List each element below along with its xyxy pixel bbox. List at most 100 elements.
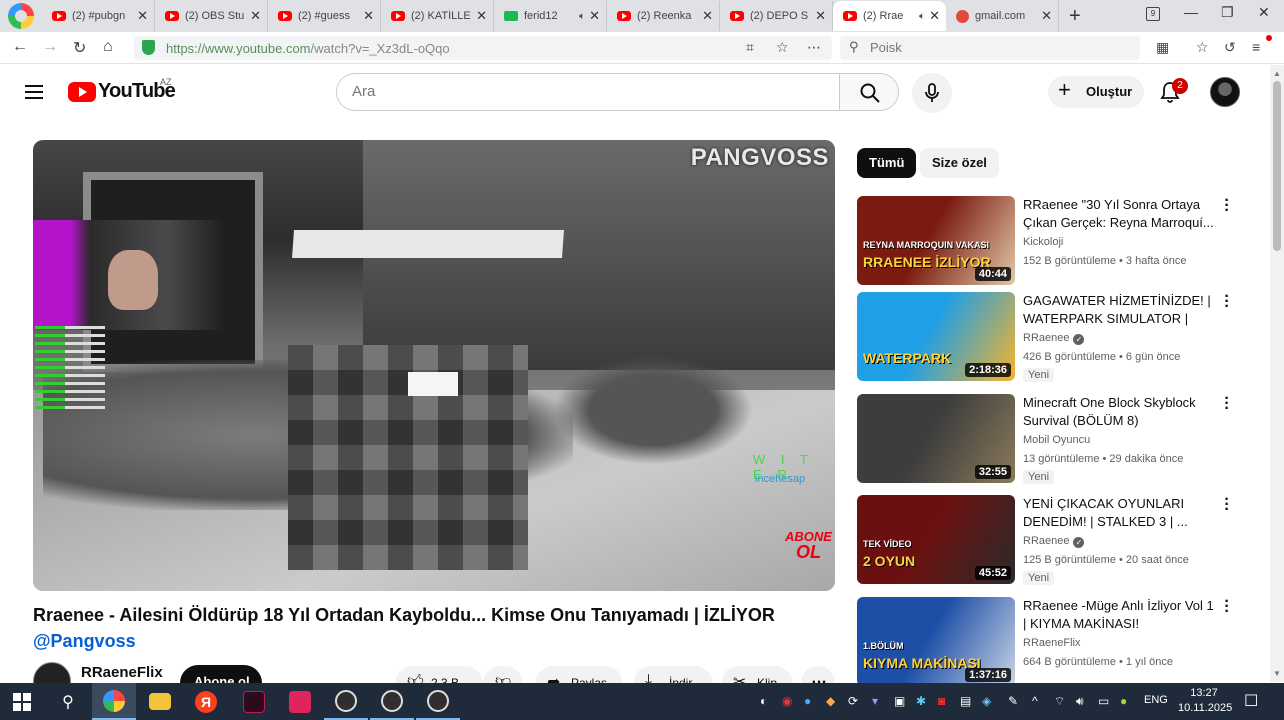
taskbar-file-explorer[interactable] (138, 683, 182, 720)
history-icon[interactable]: ↺ (1224, 39, 1236, 56)
more-dots-icon[interactable]: ⋯ (807, 39, 821, 56)
system-clock[interactable]: 13:27 10.11.2025 (1178, 686, 1232, 716)
tray-hardware-icon[interactable]: ▤ (960, 694, 971, 708)
browser-tab[interactable]: (2) #guess ✕ (268, 1, 381, 31)
tab-audio-icon[interactable]: 🔈︎ (579, 11, 585, 22)
browser-tab[interactable]: gmail.com ✕ (946, 1, 1059, 31)
close-tab-icon[interactable]: ✕ (137, 8, 148, 24)
search-input[interactable]: Ara (336, 73, 840, 111)
close-tab-icon[interactable]: ✕ (250, 8, 261, 24)
close-window-icon[interactable]: ✕ (1258, 4, 1270, 21)
recommendation-title[interactable]: Minecraft One Block Skyblock Survival (B… (1023, 394, 1219, 430)
recommendation-title[interactable]: GAGAWATER HİZMETİNİZDE! | WATERPARK SIMU… (1023, 292, 1219, 328)
notification-center-icon[interactable]: ☐ (1244, 691, 1258, 711)
recommendation-card[interactable]: 2 OYUN TEK VİDEO 45:52 YENİ ÇIKACAK OYUNLAR… (857, 492, 1257, 585)
video-thumbnail[interactable]: RRAENEE İZLİYOR REYNA MARROQUIN VAKASI 40:… (857, 196, 1015, 285)
recommendation-title[interactable]: RRaenee -Müge Anlı İzliyor Vol 1 | KIYMA… (1023, 597, 1219, 633)
channel-avatar[interactable] (33, 662, 71, 684)
taskbar-yandex[interactable]: Я (184, 683, 228, 720)
tray-game-icon[interactable]: ▾ (872, 694, 878, 708)
back-icon[interactable]: ← (12, 38, 28, 56)
browser-search-field[interactable]: ⚲ Poisk (840, 36, 1140, 60)
more-options-icon[interactable]: · · · (1221, 492, 1233, 518)
browser-tab[interactable]: (2) Reenka ✕ (607, 1, 720, 31)
tab-audio-icon[interactable]: 🔈︎ (919, 11, 925, 22)
close-tab-icon[interactable]: ✕ (363, 8, 374, 24)
like-button[interactable]: 👍︎ 2,3 B (395, 666, 483, 684)
restore-icon[interactable]: ❐ (1221, 4, 1234, 21)
recommendation-channel[interactable]: RRaenee ✓ (1023, 535, 1085, 548)
video-thumbnail[interactable]: WATERPARK 2:18:36 (857, 292, 1015, 381)
tray-cloud-icon[interactable]: ● (804, 694, 811, 708)
minimize-icon[interactable]: — (1184, 4, 1198, 20)
clip-button[interactable]: ✂ Klip (721, 666, 793, 684)
close-tab-icon[interactable]: ✕ (589, 8, 600, 24)
share-button[interactable]: ➦ Paylaş (535, 666, 623, 684)
more-options-icon[interactable]: · · · (1221, 391, 1233, 417)
input-language[interactable]: ENG (1144, 694, 1168, 706)
more-options-icon[interactable]: · · · (1221, 193, 1233, 219)
collections-icon[interactable]: ▦ (1156, 39, 1169, 56)
browser-tab[interactable]: (2) Rrae 🔈︎ ✕ (833, 1, 946, 31)
battery-icon[interactable]: ▭ (1098, 694, 1109, 708)
chip-all[interactable]: Tümü (857, 148, 917, 178)
recommendation-channel[interactable]: Mobil Oyuncu (1023, 434, 1090, 446)
taskbar-obs-1[interactable] (324, 683, 368, 720)
more-options-icon[interactable]: · · · (1221, 594, 1233, 620)
download-button[interactable]: ⤓ İndir (633, 666, 713, 684)
close-tab-icon[interactable]: ✕ (476, 8, 487, 24)
video-player[interactable]: PANGVOSS W I T E R incehesap ABONE OL (33, 140, 835, 591)
recommendation-channel[interactable]: RRaenee ✓ (1023, 332, 1085, 345)
start-button[interactable] (0, 683, 44, 720)
search-button[interactable] (839, 73, 899, 111)
taskbar-app-dark[interactable] (232, 683, 276, 720)
recommendation-title[interactable]: RRaenee "30 Yıl Sonra Ortaya Çıkan Gerçe… (1023, 196, 1219, 232)
tray-pen-icon[interactable]: ✎ (1008, 694, 1018, 708)
channel-name[interactable]: RRaeneFlix (81, 664, 163, 681)
more-options-icon[interactable]: · · · (1221, 289, 1233, 315)
video-thumbnail[interactable]: 32:55 (857, 394, 1015, 483)
tray-bluetooth-icon[interactable]: ✱ (916, 694, 926, 708)
browser-tab[interactable]: (2) #pubgn ✕ (42, 1, 155, 31)
tray-app-icon[interactable]: ◐ (760, 694, 767, 708)
page-scrollbar[interactable]: ▲ ▼ (1270, 65, 1284, 682)
guide-menu-icon[interactable] (25, 85, 43, 99)
taskbar-browser[interactable] (92, 683, 136, 720)
favorites-icon[interactable]: ☆ (1196, 39, 1209, 56)
more-actions-button[interactable]: … (801, 666, 835, 684)
tray-update-icon[interactable]: ● (1120, 694, 1127, 708)
recommendation-card[interactable]: RRAENEE İZLİYOR REYNA MARROQUIN VAKASI 40:… (857, 193, 1257, 286)
recommendation-card[interactable]: KIYMA MAKİNASI 1.BÖLÜM 1:37:16 RRaenee -Müg… (857, 594, 1257, 687)
close-tab-icon[interactable]: ✕ (929, 8, 940, 24)
tray-camera-icon[interactable]: ◙ (938, 694, 945, 708)
recommendation-title[interactable]: YENİ ÇIKACAK OYUNLARI DENEDİM! | STALKED… (1023, 495, 1219, 531)
voice-search-button[interactable] (912, 73, 952, 113)
tray-misc-icon[interactable]: ▣ (894, 694, 905, 708)
translate-icon[interactable]: ⌗ (746, 39, 754, 56)
dislike-button[interactable]: 👎︎ (483, 666, 523, 684)
close-tab-icon[interactable]: ✕ (1041, 8, 1052, 24)
reload-icon[interactable]: ↻ (73, 38, 86, 58)
subscribe-button[interactable]: Abone ol (180, 665, 262, 684)
taskbar-obs-2[interactable] (370, 683, 414, 720)
scroll-down-icon[interactable]: ▼ (1273, 669, 1281, 678)
browser-tab[interactable]: (2) DEPO S ✕ (720, 1, 833, 31)
bookmark-star-icon[interactable]: ☆ (776, 39, 789, 56)
wifi-icon[interactable]: ⌔ (1054, 694, 1065, 709)
taskbar-recorder[interactable] (278, 683, 322, 720)
chip-for-you[interactable]: Size özel (920, 148, 999, 178)
browser-tab[interactable]: ferid12 🔈︎ ✕ (494, 1, 607, 31)
recommendation-card[interactable]: 32:55 Minecraft One Block Skyblock Surviv… (857, 391, 1257, 484)
browser-logo-icon[interactable] (8, 3, 34, 29)
new-tab-icon[interactable]: + (1069, 5, 1081, 28)
recommendation-channel[interactable]: RRaeneFlix (1023, 637, 1080, 649)
recommendation-card[interactable]: WATERPARK 2:18:36 GAGAWATER HİZMETİNİZDE! … (857, 289, 1257, 382)
create-button[interactable]: + Oluştur (1048, 76, 1144, 108)
home-icon[interactable]: ⌂ (103, 38, 113, 56)
scroll-up-icon[interactable]: ▲ (1273, 69, 1281, 78)
volume-icon[interactable]: 🔊︎ (1076, 694, 1084, 709)
video-thumbnail[interactable]: KIYMA MAKİNASI 1.BÖLÜM 1:37:16 (857, 597, 1015, 686)
tray-network-app-icon[interactable]: ◈ (982, 694, 991, 708)
browser-tab[interactable]: (2) KATİLLE ✕ (381, 1, 494, 31)
browser-tab[interactable]: (2) OBS Stu ✕ (155, 1, 268, 31)
